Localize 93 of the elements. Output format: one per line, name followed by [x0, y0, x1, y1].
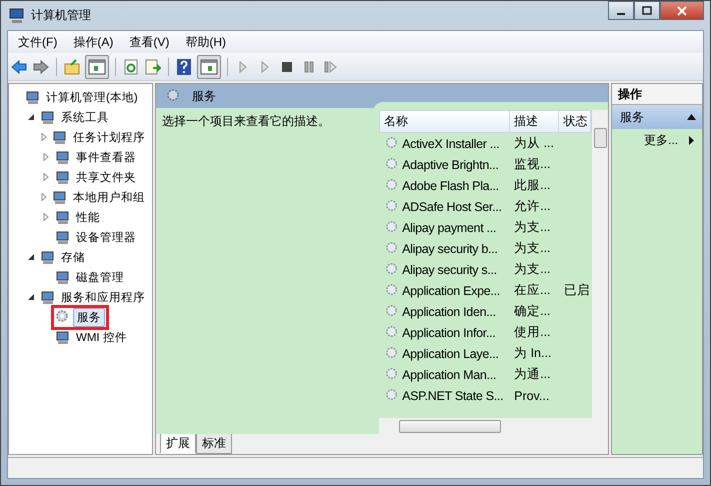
- service-name[interactable]: Application Expe...: [402, 284, 500, 298]
- close-icon: [677, 6, 687, 16]
- service-name[interactable]: Alipay security s...: [402, 262, 497, 276]
- console-icon: [52, 189, 68, 205]
- column-header[interactable]: 描述: [510, 111, 560, 132]
- expanded-arrow-icon[interactable]: [26, 293, 34, 301]
- column-header[interactable]: 名称: [380, 111, 510, 132]
- column-header[interactable]: 状态: [559, 111, 592, 132]
- forward-arrow-icon[interactable]: [32, 58, 50, 76]
- tree-item[interactable]: 系统工具: [58, 108, 112, 126]
- panel-icon[interactable]: [85, 54, 109, 78]
- service-description: 为从 ...: [513, 135, 556, 152]
- view-tab[interactable]: 标准: [196, 434, 232, 454]
- minimize-button[interactable]: [608, 1, 634, 20]
- menu-item[interactable]: 文件(F): [12, 34, 64, 50]
- service-name[interactable]: Adobe Flash Pla...: [402, 178, 499, 192]
- service-name[interactable]: ADSafe Host Ser...: [402, 200, 502, 214]
- service-name[interactable]: Alipay security b...: [402, 242, 498, 256]
- vertical-scrollbar[interactable]: [592, 110, 608, 434]
- service-description: 此服...: [513, 177, 552, 194]
- maximize-icon: [642, 6, 652, 16]
- action-link[interactable]: 更多...: [644, 132, 678, 148]
- collapsed-arrow-icon[interactable]: [42, 153, 50, 161]
- service-description: 确定...: [513, 303, 552, 320]
- console-icon: [55, 149, 71, 165]
- service-name[interactable]: Adaptive Brightn...: [402, 158, 499, 172]
- computer-icon: [9, 8, 25, 24]
- service-name[interactable]: Application Laye...: [402, 346, 499, 360]
- refresh-icon[interactable]: [122, 58, 140, 76]
- expanded-arrow-icon[interactable]: [26, 113, 34, 121]
- tree-item[interactable]: 服务和应用程序: [58, 288, 148, 306]
- minimize-icon: [617, 12, 625, 14]
- service-name[interactable]: ASP.NET State S...: [402, 388, 504, 402]
- service-name[interactable]: Alipay payment ...: [402, 220, 496, 234]
- service-name[interactable]: Application Infor...: [402, 326, 496, 340]
- collapse-arrow-icon[interactable]: [687, 114, 696, 120]
- service-description: 使用...: [513, 324, 552, 341]
- service-description: 为支...: [513, 219, 552, 236]
- export-list-icon[interactable]: [144, 58, 162, 76]
- service-description: 为 In...: [513, 345, 552, 362]
- menu-item[interactable]: 查看(V): [123, 34, 176, 50]
- menu-item[interactable]: 操作(A): [67, 34, 120, 50]
- close-button[interactable]: [660, 1, 704, 20]
- maximize-button[interactable]: [634, 1, 660, 20]
- console-icon: [55, 209, 71, 225]
- help-icon[interactable]: [175, 58, 193, 76]
- service-description: 监视...: [513, 156, 552, 173]
- description-text: 选择一个项目来查看它的描述。: [162, 114, 330, 128]
- menu-item[interactable]: 帮助(H): [179, 34, 232, 50]
- console-icon: [40, 289, 56, 305]
- tree-item[interactable]: 设备管理器: [73, 228, 139, 246]
- submenu-arrow-icon: [689, 136, 694, 144]
- service-status: 已启: [564, 282, 590, 299]
- service-description: 允许...: [513, 198, 552, 215]
- service-description: Prov...: [513, 388, 550, 402]
- service-description: 为支...: [513, 240, 552, 257]
- back-arrow-icon[interactable]: [10, 58, 28, 76]
- tree-item[interactable]: 计算机管理(本地): [43, 88, 141, 106]
- console-icon: [55, 269, 71, 285]
- service-description: 为通...: [513, 366, 552, 383]
- console-icon: [25, 89, 41, 105]
- tree-item[interactable]: 磁盘管理: [73, 268, 127, 286]
- service-name[interactable]: Application Man...: [402, 368, 496, 382]
- view-tab[interactable]: 扩展: [160, 434, 196, 454]
- service-name[interactable]: ActiveX Installer ...: [402, 136, 500, 150]
- console-icon: [55, 329, 71, 345]
- collapsed-arrow-icon[interactable]: [40, 133, 48, 141]
- tree-item[interactable]: 事件查看器: [73, 148, 139, 166]
- console-icon: [55, 229, 71, 245]
- tree-item[interactable]: WMI 控件: [73, 328, 130, 346]
- panel-icon[interactable]: [197, 54, 221, 78]
- content-title: 服务: [192, 88, 216, 104]
- tree-item[interactable]: 任务计划程序: [70, 128, 148, 146]
- console-icon: [55, 169, 71, 185]
- console-icon: [40, 109, 56, 125]
- tree-item[interactable]: 本地用户和组: [70, 188, 148, 206]
- collapsed-arrow-icon[interactable]: [40, 193, 48, 201]
- actions-title: 操作: [612, 84, 702, 105]
- service-description: 在应...: [513, 282, 552, 299]
- actions-section[interactable]: 服务: [612, 105, 702, 129]
- service-description: 为支...: [513, 261, 552, 278]
- folder-icon[interactable]: [63, 58, 81, 76]
- console-icon: [52, 129, 68, 145]
- expanded-arrow-icon[interactable]: [26, 253, 34, 261]
- tree-item[interactable]: 服务: [73, 308, 105, 326]
- tree-item[interactable]: 性能: [73, 208, 103, 226]
- tree-item[interactable]: 共享文件夹: [73, 168, 139, 186]
- collapsed-arrow-icon[interactable]: [42, 173, 50, 181]
- collapsed-arrow-icon[interactable]: [42, 213, 50, 221]
- window-title: 计算机管理: [31, 7, 91, 24]
- console-icon: [40, 249, 56, 265]
- tree-item[interactable]: 存储: [58, 248, 88, 266]
- service-name[interactable]: Application Iden...: [402, 304, 496, 318]
